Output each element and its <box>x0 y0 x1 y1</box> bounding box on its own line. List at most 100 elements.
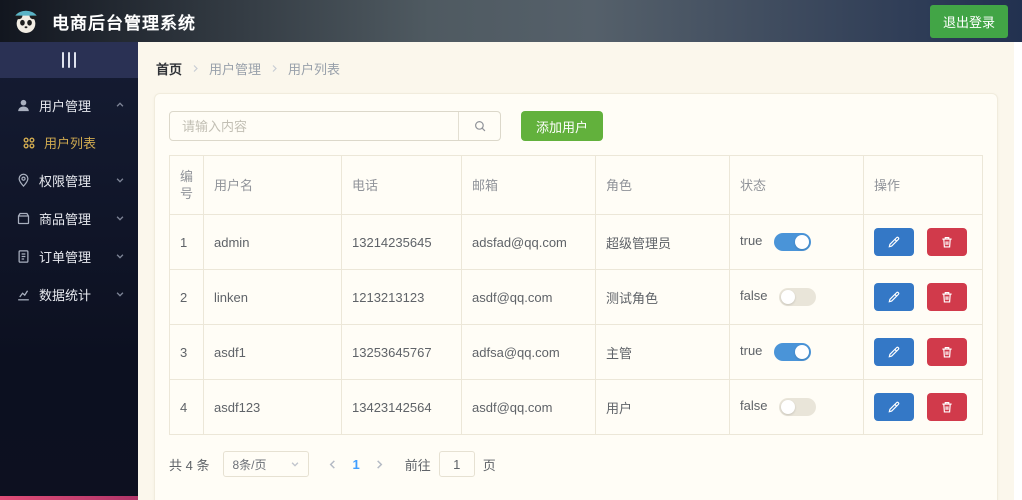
pagination: 共 4 条 8条/页 1 前往 页 <box>169 451 983 477</box>
cell-status: false <box>729 379 865 435</box>
status-toggle[interactable] <box>779 288 817 306</box>
page-size-value: 8条/页 <box>232 457 267 472</box>
cell-actions <box>863 214 983 270</box>
breadcrumb-user-list: 用户列表 <box>288 62 341 77</box>
delete-button[interactable] <box>926 283 967 311</box>
trash-icon <box>940 235 954 249</box>
column-header-status: 状态 <box>729 155 865 215</box>
users-table: 编号 用户名 电话 邮箱 角色 状态 操作 1 admin 1321423564… <box>168 155 983 435</box>
cell-username: admin <box>203 214 343 270</box>
pencil-icon <box>887 400 901 414</box>
logout-button[interactable]: 退出登录 <box>929 4 1008 38</box>
edit-button[interactable] <box>874 228 915 256</box>
sidebar-item-order-management[interactable]: 订单管理 <box>0 237 138 275</box>
search-button[interactable] <box>458 112 500 140</box>
cell-email: adfsa@qq.com <box>461 324 597 380</box>
page-number[interactable]: 1 <box>352 457 359 472</box>
status-toggle[interactable] <box>779 398 817 416</box>
status-label: true <box>740 233 763 249</box>
add-user-button[interactable]: 添加用户 <box>521 111 604 141</box>
pencil-icon <box>887 290 901 304</box>
trash-icon <box>940 345 954 359</box>
page-size-select[interactable]: 8条/页 <box>223 451 310 477</box>
chevron-down-icon <box>115 213 125 223</box>
next-page-button[interactable] <box>370 455 389 474</box>
chevron-up-icon <box>115 100 125 110</box>
chevron-right-icon <box>191 64 200 73</box>
table-row: 4 asdf123 13423142564 asdf@qq.com 用户 fal… <box>168 379 983 435</box>
sidebar-accent-bar <box>0 496 138 500</box>
sidebar-item-goods-management[interactable]: 商品管理 <box>0 199 138 237</box>
total-count: 共 4 条 <box>169 457 210 473</box>
chart-icon <box>16 287 31 302</box>
toggle-knob <box>781 400 796 414</box>
sidebar-item-label: 权限管理 <box>39 173 92 189</box>
trash-icon <box>940 400 954 414</box>
page-unit: 页 <box>482 457 496 473</box>
cell-status: true <box>729 214 865 270</box>
edit-button[interactable] <box>874 393 915 421</box>
breadcrumb-home[interactable]: 首页 <box>156 59 182 78</box>
cell-id: 4 <box>168 379 205 435</box>
grid-icon <box>22 136 36 150</box>
sidebar-item-label: 用户管理 <box>39 98 92 114</box>
edit-button[interactable] <box>874 283 915 311</box>
column-header-id: 编号 <box>168 155 205 215</box>
status-label: false <box>740 398 768 414</box>
cell-username: linken <box>203 269 343 325</box>
cell-actions <box>863 269 983 325</box>
collapse-bar-icon <box>74 52 76 68</box>
sidebar-item-permission-management[interactable]: 权限管理 <box>0 161 138 199</box>
sidebar-item-label: 订单管理 <box>39 249 92 265</box>
sidebar-item-user-list[interactable]: 用户列表 <box>0 124 138 161</box>
column-header-phone: 电话 <box>341 155 463 215</box>
column-header-email: 邮箱 <box>461 155 597 215</box>
sidebar-item-label: 用户列表 <box>44 136 97 151</box>
column-header-role: 角色 <box>595 155 731 215</box>
goods-icon <box>16 211 31 226</box>
edit-button[interactable] <box>874 338 915 366</box>
delete-button[interactable] <box>926 228 967 256</box>
search-icon <box>473 119 487 133</box>
pencil-icon <box>887 345 901 359</box>
cell-phone: 13214235645 <box>341 214 463 270</box>
collapse-bar-icon <box>68 52 70 68</box>
status-label: false <box>740 288 768 304</box>
status-toggle[interactable] <box>774 233 812 251</box>
cell-role: 主管 <box>595 324 731 380</box>
sidebar-collapse-toggle[interactable] <box>0 42 138 78</box>
chevron-down-icon <box>115 175 125 185</box>
delete-button[interactable] <box>926 338 967 366</box>
goto-page-input[interactable] <box>438 451 475 477</box>
search-input[interactable] <box>170 112 458 140</box>
toggle-knob <box>781 290 796 304</box>
pencil-icon <box>887 235 901 249</box>
toggle-knob <box>795 235 810 249</box>
sidebar-item-label: 数据统计 <box>39 287 92 303</box>
cell-username: asdf1 <box>203 324 343 380</box>
app-body: 用户管理 用户列表 权限管理 商品管理 订单管理 数据统计 首页 用户管理 用户… <box>0 42 1022 500</box>
breadcrumb: 首页 用户管理 用户列表 <box>156 59 998 78</box>
cell-status: false <box>729 269 865 325</box>
table-row: 1 admin 13214235645 adsfad@qq.com 超级管理员 … <box>168 214 983 270</box>
breadcrumb-user-management[interactable]: 用户管理 <box>209 59 261 78</box>
delete-button[interactable] <box>926 393 967 421</box>
main-content: 首页 用户管理 用户列表 添加用户 <box>138 42 1014 500</box>
trash-icon <box>940 290 954 304</box>
table-row: 3 asdf1 13253645767 adfsa@qq.com 主管 true <box>168 324 983 380</box>
sidebar-nav: 用户管理 用户列表 权限管理 商品管理 订单管理 数据统计 <box>0 78 138 313</box>
sidebar-item-user-management[interactable]: 用户管理 <box>0 86 138 124</box>
cell-role: 测试角色 <box>595 269 731 325</box>
user-icon <box>16 98 31 113</box>
prev-page-button[interactable] <box>323 455 342 474</box>
sidebar-item-data-statistics[interactable]: 数据统计 <box>0 275 138 313</box>
cell-id: 1 <box>168 214 205 270</box>
cell-id: 3 <box>168 324 205 380</box>
app-title: 电商后台管理系统 <box>52 13 196 33</box>
order-icon <box>16 249 31 264</box>
cell-phone: 1213213123 <box>341 269 463 325</box>
chevron-down-icon <box>115 289 125 299</box>
cell-role: 超级管理员 <box>595 214 731 270</box>
chevron-down-icon <box>290 459 300 469</box>
status-toggle[interactable] <box>774 343 812 361</box>
